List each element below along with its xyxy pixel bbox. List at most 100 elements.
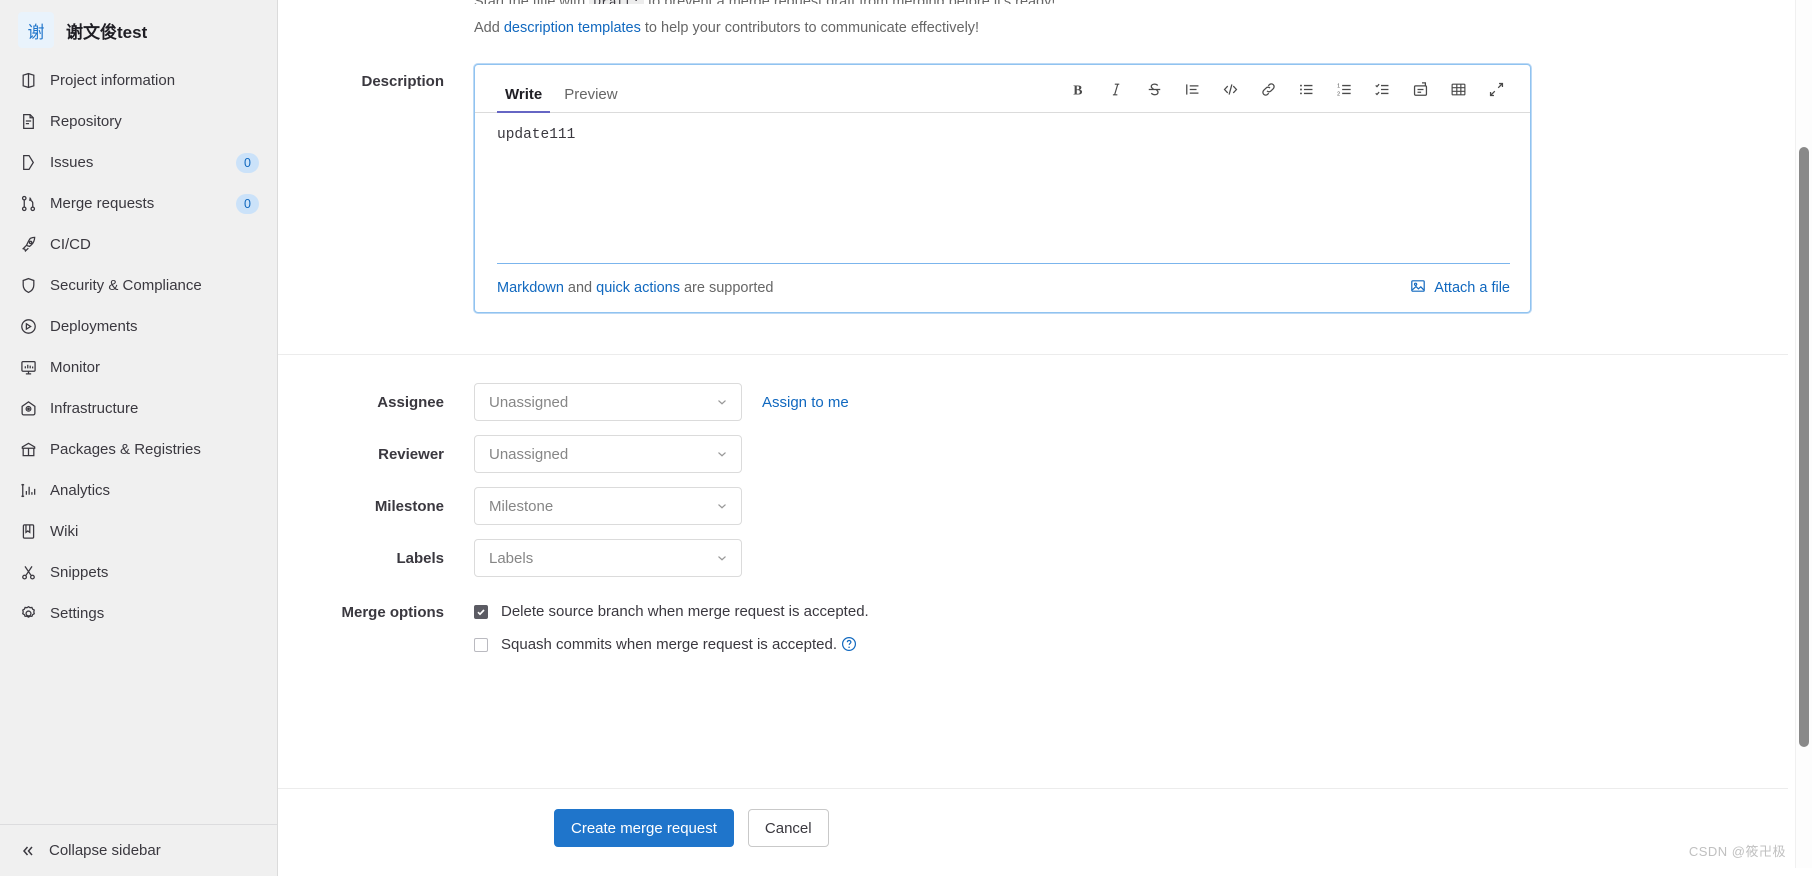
sidebar-item-analytics[interactable]: Analytics xyxy=(0,470,277,511)
reviewer-label: Reviewer xyxy=(278,446,474,463)
milestone-label: Milestone xyxy=(278,498,474,515)
draft-hint-prefix: Start the title with xyxy=(474,0,589,4)
labels-label: Labels xyxy=(278,550,474,567)
collapsible-section-icon[interactable] xyxy=(1406,76,1434,102)
sidebar-item-snippets[interactable]: Snippets xyxy=(0,552,277,593)
sidebar-item-issues[interactable]: Issues 0 xyxy=(0,142,277,183)
fullscreen-icon[interactable] xyxy=(1482,76,1510,102)
sidebar-spacer xyxy=(0,634,277,824)
assignee-value: Unassigned xyxy=(489,394,568,411)
draft-hint-suffix: to prevent a merge request draft from me… xyxy=(644,0,1055,4)
form-hints: Start the title with Draft: to prevent a… xyxy=(278,0,1812,39)
numbered-list-icon[interactable]: 12 xyxy=(1330,76,1358,102)
reviewer-row: Reviewer Unassigned xyxy=(278,435,1812,473)
description-editor[interactable]: Write Preview B xyxy=(474,64,1531,313)
sidebar-item-label: Security & Compliance xyxy=(50,277,259,294)
sidebar-item-label: Repository xyxy=(50,113,259,130)
gitlab-new-merge-request-page: 谢 谢文俊test Project information Repository xyxy=(0,0,1812,876)
assignee-row: Assignee Unassigned Assign to me xyxy=(278,383,1812,421)
description-textarea[interactable]: update111 xyxy=(475,113,1530,263)
labels-select[interactable]: Labels xyxy=(474,539,742,577)
merge-options-row: Merge options Delete source branch when … xyxy=(278,603,1812,653)
sidebar-item-security-compliance[interactable]: Security & Compliance xyxy=(0,265,277,306)
assignee-select[interactable]: Unassigned xyxy=(474,383,742,421)
labels-value: Labels xyxy=(489,550,533,567)
sidebar-item-label: Merge requests xyxy=(50,195,236,212)
squash-commits-label: Squash commits when merge request is acc… xyxy=(501,636,857,653)
page-scrollbar-track[interactable] xyxy=(1795,0,1812,868)
sidebar-item-infrastructure[interactable]: Infrastructure xyxy=(0,388,277,429)
section-divider-bottom xyxy=(278,788,1788,789)
infrastructure-icon xyxy=(18,399,38,419)
sidebar-item-label: Infrastructure xyxy=(50,400,259,417)
link-icon[interactable] xyxy=(1254,76,1282,102)
merge-requests-count-badge: 0 xyxy=(236,194,259,214)
markdown-support-note: Markdown and quick actions are supported xyxy=(497,280,773,296)
squash-commits-checkbox[interactable] xyxy=(474,638,488,652)
merge-options-label: Merge options xyxy=(278,603,474,621)
image-icon xyxy=(1410,278,1426,298)
quick-actions-link[interactable]: quick actions xyxy=(596,280,680,296)
strikethrough-icon[interactable] xyxy=(1140,76,1168,102)
bullet-list-icon[interactable] xyxy=(1292,76,1320,102)
quote-icon[interactable] xyxy=(1178,76,1206,102)
description-label: Description xyxy=(278,64,474,90)
attach-file-label: Attach a file xyxy=(1434,280,1510,296)
editor-resize-divider xyxy=(497,263,1510,264)
and-text: and xyxy=(564,280,596,296)
sidebar-item-repository[interactable]: Repository xyxy=(0,101,277,142)
italic-icon[interactable] xyxy=(1102,76,1130,102)
sidebar-item-ci-cd[interactable]: CI/CD xyxy=(0,224,277,265)
tab-preview[interactable]: Preview xyxy=(556,65,625,112)
editor-header: Write Preview B xyxy=(475,65,1530,113)
issues-icon xyxy=(18,153,38,173)
squash-commits-checkbox-row[interactable]: Squash commits when merge request is acc… xyxy=(474,636,869,653)
project-avatar: 谢 xyxy=(18,12,54,48)
svg-text:1: 1 xyxy=(1337,83,1340,89)
chevron-down-icon xyxy=(715,447,729,461)
delete-source-branch-checkbox[interactable] xyxy=(474,605,488,619)
code-icon[interactable] xyxy=(1216,76,1244,102)
delete-source-branch-checkbox-row[interactable]: Delete source branch when merge request … xyxy=(474,603,869,620)
table-icon[interactable] xyxy=(1444,76,1472,102)
milestone-select[interactable]: Milestone xyxy=(474,487,742,525)
collapse-sidebar-label: Collapse sidebar xyxy=(49,842,161,859)
sidebar-item-wiki[interactable]: Wiki xyxy=(0,511,277,552)
monitor-icon xyxy=(18,358,38,378)
svg-text:2: 2 xyxy=(1337,91,1340,97)
merge-options-checkboxes: Delete source branch when merge request … xyxy=(474,603,869,653)
sidebar-item-label: Wiki xyxy=(50,523,259,540)
gear-icon xyxy=(18,604,38,624)
page-scrollbar-thumb[interactable] xyxy=(1799,147,1809,747)
editor-toolbar: B xyxy=(1064,76,1510,112)
project-header[interactable]: 谢 谢文俊test xyxy=(0,0,277,58)
sidebar-item-packages-registries[interactable]: Packages & Registries xyxy=(0,429,277,470)
attach-file-button[interactable]: Attach a file xyxy=(1410,278,1510,298)
markdown-link[interactable]: Markdown xyxy=(497,280,564,296)
project-sidebar: 谢 谢文俊test Project information Repository xyxy=(0,0,278,876)
cancel-button[interactable]: Cancel xyxy=(748,809,829,847)
sidebar-item-monitor[interactable]: Monitor xyxy=(0,347,277,388)
editor-tabs: Write Preview xyxy=(497,65,626,112)
reviewer-select[interactable]: Unassigned xyxy=(474,435,742,473)
shield-icon xyxy=(18,276,38,296)
sidebar-item-settings[interactable]: Settings xyxy=(0,593,277,634)
assignee-label: Assignee xyxy=(278,394,474,411)
tab-write[interactable]: Write xyxy=(497,65,550,112)
create-merge-request-button[interactable]: Create merge request xyxy=(554,809,734,847)
sidebar-item-deployments[interactable]: Deployments xyxy=(0,306,277,347)
task-list-icon[interactable] xyxy=(1368,76,1396,102)
description-field-row: Description Write Preview B xyxy=(278,64,1812,313)
merge-requests-icon xyxy=(18,194,38,214)
help-icon[interactable] xyxy=(841,636,857,652)
sidebar-item-label: Packages & Registries xyxy=(50,441,259,458)
description-templates-link[interactable]: description templates xyxy=(504,20,641,36)
assign-to-me-link[interactable]: Assign to me xyxy=(762,394,849,411)
scissors-icon xyxy=(18,563,38,583)
bold-icon[interactable]: B xyxy=(1064,76,1092,102)
sidebar-item-merge-requests[interactable]: Merge requests 0 xyxy=(0,183,277,224)
sidebar-item-project-information[interactable]: Project information xyxy=(0,60,277,101)
sidebar-nav: Project information Repository Issues 0 xyxy=(0,58,277,634)
collapse-sidebar-button[interactable]: Collapse sidebar xyxy=(0,824,277,876)
labels-row: Labels Labels xyxy=(278,539,1812,577)
